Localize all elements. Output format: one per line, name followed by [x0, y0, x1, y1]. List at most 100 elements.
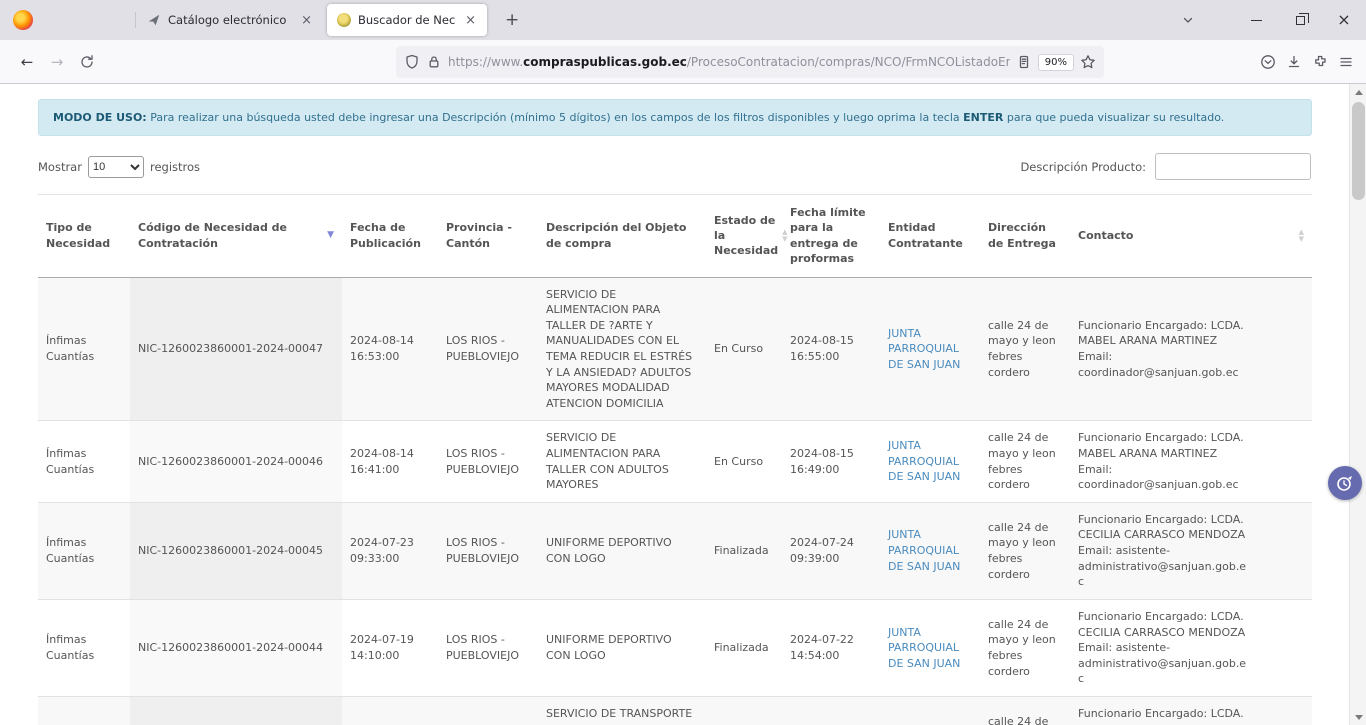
cell-fecha-publicacion: 2024-07-19 14:10:00 — [342, 599, 438, 696]
column-header[interactable]: Contacto ▼ ▲▼ — [1070, 195, 1312, 278]
cell-descripcion: UNIFORME DEPORTIVO CON LOGO — [538, 502, 706, 599]
tab-close-icon[interactable]: × — [299, 13, 314, 28]
catalogo-favicon-icon — [146, 13, 161, 28]
product-description-input[interactable] — [1155, 153, 1311, 180]
column-header[interactable]: Fecha de Publicación ▼ ▲▼ — [342, 195, 438, 278]
cell-provincia-canton: LOS RIOS - PUEBLOVIEJO — [438, 502, 538, 599]
cell-codigo: NIC-1260023860001-2024-00044 — [130, 599, 342, 696]
contact-funcionario: Funcionario Encargado: LCDA. CECILIA CAR… — [1078, 512, 1250, 543]
scroll-up-icon[interactable] — [1350, 84, 1366, 100]
reader-mode-icon[interactable] — [1016, 54, 1032, 70]
cell-provincia-canton: LOS RIOS - PUEBLOVIEJO — [438, 696, 538, 725]
restore-button[interactable] — [1278, 0, 1322, 40]
results-table: Tipo de Necesidad ▼ ▲▼ Código de Necesid… — [38, 194, 1312, 725]
url-bar[interactable]: https://www.compraspublicas.gob.ec/Proce… — [396, 46, 1104, 78]
shield-icon[interactable] — [404, 54, 420, 70]
column-header[interactable]: Provincia - Cantón ▼ ▲▼ — [438, 195, 538, 278]
cell-fecha-publicacion: 2024-07-23 09:33:00 — [342, 502, 438, 599]
scroll-down-icon[interactable] — [1350, 709, 1366, 725]
tab-close-icon[interactable]: × — [463, 13, 478, 28]
column-header[interactable]: Estado de la Necesidad ▼ ▲▼ — [706, 195, 782, 278]
page-size-select[interactable]: 10 — [88, 156, 144, 178]
cell-codigo: NIC-1260023860001-2024-00047 — [130, 277, 342, 421]
cell-provincia-canton: LOS RIOS - PUEBLOVIEJO — [438, 599, 538, 696]
cell-tipo-necesidad: Ínfimas Cuantías — [38, 599, 130, 696]
new-tab-button[interactable]: + — [497, 8, 527, 32]
sort-icon: ▲▼ — [782, 229, 787, 242]
cell-contacto: Funcionario Encargado: LCDA. CECILIA CAR… — [1070, 696, 1312, 725]
column-header[interactable]: Entidad Contratante ▼ ▲▼ — [880, 195, 980, 278]
cell-provincia-canton: LOS RIOS - PUEBLOVIEJO — [438, 421, 538, 502]
contact-funcionario: Funcionario Encargado: LCDA. CECILIA CAR… — [1078, 706, 1250, 725]
vertical-scrollbar[interactable] — [1349, 84, 1366, 725]
entity-link[interactable]: JUNTA PARROQUIAL DE SAN JUAN — [888, 439, 960, 483]
cell-entidad: JUNTA PARROQUIAL DE SAN JUAN — [880, 696, 980, 725]
cell-fecha-limite: 2024-08-15 16:49:00 — [782, 421, 880, 502]
cell-estado: Finalizada — [706, 599, 782, 696]
cell-direccion: calle 24 de mayo y leon febres cordero — [980, 421, 1070, 502]
clock-icon — [1335, 473, 1355, 493]
tab-title: Catálogo electrónico — [168, 13, 292, 27]
cell-tipo-necesidad: Ínfimas Cuantías — [38, 421, 130, 502]
minimize-button[interactable] — [1234, 0, 1278, 40]
extensions-icon[interactable] — [1312, 54, 1328, 70]
back-button[interactable]: ← — [12, 47, 42, 77]
entity-link[interactable]: JUNTA PARROQUIAL DE SAN JUAN — [888, 626, 960, 670]
zoom-level-badge[interactable]: 90% — [1038, 54, 1074, 71]
entity-link[interactable]: JUNTA PARROQUIAL DE SAN JUAN — [888, 528, 960, 572]
cell-tipo-necesidad: Ínfimas Cuantías — [38, 502, 130, 599]
entity-link[interactable]: JUNTA PARROQUIAL DE SAN JUAN — [888, 327, 960, 371]
browser-window: Catálogo electrónico × Buscador de Neces… — [0, 0, 1366, 725]
cell-entidad: JUNTA PARROQUIAL DE SAN JUAN — [880, 421, 980, 502]
cell-fecha-limite: 2024-07-24 09:39:00 — [782, 502, 880, 599]
column-header[interactable]: Dirección de Entrega ▼ ▲▼ — [980, 195, 1070, 278]
page-content: MODO DE USO: Para realizar una búsqueda … — [0, 84, 1366, 725]
download-icon[interactable] — [1286, 54, 1302, 70]
contact-email: Email: coordinador@sanjuan.gob.ec — [1078, 349, 1250, 380]
menu-hamburger-icon[interactable] — [1338, 54, 1354, 70]
bookmark-star-icon[interactable] — [1080, 54, 1096, 70]
reload-button[interactable] — [72, 47, 102, 77]
cell-fecha-limite: 2024-07-22 14:54:00 — [782, 599, 880, 696]
cell-estado: Finalizada — [706, 502, 782, 599]
column-header[interactable]: Tipo de Necesidad ▼ ▲▼ — [38, 195, 130, 278]
table-row: Ínfimas Cuantías NIC-1260023860001-2024-… — [38, 421, 1312, 502]
scrollbar-thumb[interactable] — [1352, 102, 1365, 200]
forward-button[interactable]: → — [42, 47, 72, 77]
table-row: Ínfimas Cuantías NIC-1260023860001-2024-… — [38, 502, 1312, 599]
cell-estado: En Curso — [706, 421, 782, 502]
cell-fecha-publicacion: 2024-08-14 16:41:00 — [342, 421, 438, 502]
tab-buscador[interactable]: Buscador de Necesidades de Co × — [327, 4, 487, 36]
firefox-icon[interactable] — [13, 10, 33, 30]
contact-funcionario: Funcionario Encargado: LCDA. MABEL ARANA… — [1078, 430, 1250, 461]
column-header[interactable]: Descripción del Objeto de compra ▼ ▲▼ — [538, 195, 706, 278]
cell-tipo-necesidad: Ínfimas Cuantías — [38, 277, 130, 421]
cell-tipo-necesidad: Ínfimas Cuantías — [38, 696, 130, 725]
tab-title: Buscador de Necesidades de Co — [358, 13, 456, 27]
pocket-icon[interactable] — [1260, 54, 1276, 70]
cell-fecha-limite: 2024-07-17 11:10:00 — [782, 696, 880, 725]
cell-descripcion: SERVICIO DE ALIMENTACION PARA TALLER CON… — [538, 421, 706, 502]
lock-icon[interactable] — [426, 54, 442, 70]
floating-widget-button[interactable] — [1328, 466, 1362, 500]
table-row: Ínfimas Cuantías NIC-1260023860001-2024-… — [38, 696, 1312, 725]
cell-entidad: JUNTA PARROQUIAL DE SAN JUAN — [880, 599, 980, 696]
close-button[interactable]: × — [1322, 0, 1366, 40]
cell-contacto: Funcionario Encargado: LCDA. CECILIA CAR… — [1070, 502, 1312, 599]
tab-list-chevron-icon[interactable] — [1180, 12, 1196, 28]
contact-email: Email: asistente-administrativo@sanjuan.… — [1078, 543, 1250, 590]
column-header[interactable]: Código de Necesidad de Contratación ▼ ▲▼ — [130, 195, 342, 278]
cell-direccion: calle 24 de mayo y leon febres cordero — [980, 277, 1070, 421]
cell-codigo: NIC-1260023860001-2024-00043 — [130, 696, 342, 725]
tab-catalogo[interactable]: Catálogo electrónico × — [137, 4, 323, 36]
browser-tab-bar: Catálogo electrónico × Buscador de Neces… — [0, 0, 1366, 40]
toolbar-right — [1260, 54, 1354, 70]
column-header[interactable]: Fecha límite para la entrega de proforma… — [782, 195, 880, 278]
cell-descripcion: SERVICIO DE TRANSPORTE PARA MOVILIZAR A … — [538, 696, 706, 725]
cell-contacto: Funcionario Encargado: LCDA. MABEL ARANA… — [1070, 421, 1312, 502]
cell-codigo: NIC-1260023860001-2024-00046 — [130, 421, 342, 502]
url-text[interactable]: https://www.compraspublicas.gob.ec/Proce… — [448, 55, 1010, 69]
cell-direccion: calle 24 de mayo y leon febres cordero — [980, 502, 1070, 599]
cell-fecha-publicacion: 2024-08-14 16:53:00 — [342, 277, 438, 421]
table-controls: Mostrar 10 registros Descripción Product… — [38, 153, 1311, 180]
